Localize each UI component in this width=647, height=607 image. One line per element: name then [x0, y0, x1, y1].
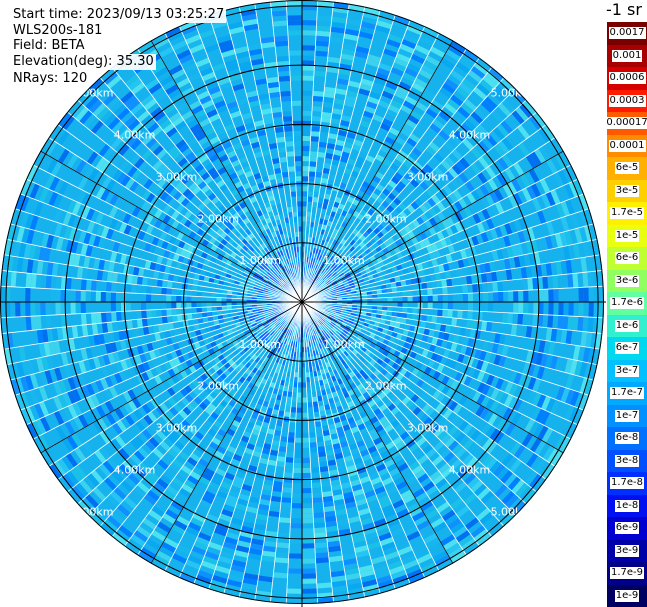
- colorbar-tick-label: 1e-9: [614, 589, 640, 602]
- range-ring-label: 5.00km: [491, 505, 533, 518]
- range-ring-label: 4.00km: [114, 463, 156, 476]
- range-ring-label: 1.00km: [323, 338, 365, 351]
- range-ring-label: 3.00km: [156, 422, 198, 435]
- colorbar-tick-label: 3e-7: [614, 364, 640, 377]
- colorbar-swatch: 3e-7: [607, 359, 647, 382]
- colorbar-tick-label: 1.7e-9: [609, 567, 645, 580]
- colorbar-swatch: 1e-5: [607, 224, 647, 247]
- colorbar-tick-label: 0.0006: [608, 72, 646, 85]
- range-ring-label: 3.00km: [407, 170, 449, 183]
- colorbar-tick-label: 1e-8: [614, 499, 640, 512]
- colorbar-tick-label: 6e-6: [614, 252, 640, 265]
- range-ring-label: 1.00km: [323, 254, 365, 267]
- colorbar-tick-label: 6e-5: [614, 162, 640, 175]
- range-ring-label: 2.00km: [365, 380, 407, 393]
- colorbar-tick-label: 3e-5: [614, 184, 640, 197]
- colorbar-tick-label: 0.001: [611, 49, 643, 62]
- range-ring-label: 4.00km: [449, 463, 491, 476]
- colorbar-tick-label: 1.7e-5: [609, 207, 645, 220]
- colorbar-swatch: 1e-6: [607, 314, 647, 337]
- colorbar-swatch: 1.7e-8: [607, 472, 647, 495]
- colorbar-swatch: 6e-7: [607, 337, 647, 360]
- nrays-label: NRays: 120: [11, 71, 90, 87]
- range-ring-label: 3.00km: [407, 422, 449, 435]
- colorbar-tick-label: 0.00017: [605, 117, 647, 130]
- range-ring-label: 2.00km: [365, 212, 407, 225]
- colorbar-tick-label: 1e-7: [614, 409, 640, 422]
- ppi-scan-plot: 1.00km 1.00km 1.00km 1.00km 2.00km 2.00km 2.00…: [0, 0, 606, 607]
- colorbar-tick-label: 0.0017: [608, 27, 646, 40]
- range-ring-label: 1.00km: [239, 254, 281, 267]
- colorbar-swatch: 0.0001: [607, 134, 647, 157]
- colorbar-tick-label: 1.7e-6: [609, 297, 645, 310]
- colorbar-swatch: 6e-8: [607, 427, 647, 450]
- colorbar-swatch: 1.7e-6: [607, 292, 647, 315]
- colorbar-swatch: 0.0017: [607, 22, 647, 45]
- range-ring-label: 4.00km: [449, 129, 491, 142]
- range-ring-label: 1.00km: [239, 338, 281, 351]
- colorbar-swatch: 1.7e-9: [607, 562, 647, 585]
- colorbar-tick-label: 1e-6: [614, 319, 640, 332]
- colorbar-tick-label: 6e-9: [614, 522, 640, 535]
- colorbar-swatch: 6e-6: [607, 247, 647, 270]
- colorbar-swatch: 1.7e-7: [607, 382, 647, 405]
- colorbar-swatch: 0.00017: [605, 112, 647, 135]
- colorbar-title: -1 sr: [606, 0, 642, 19]
- colorbar-swatch: 0.001: [607, 44, 647, 67]
- colorbar-tick-label: 3e-8: [614, 454, 640, 467]
- instrument-label: WLS200s-181: [11, 23, 105, 39]
- colorbar-swatch: 6e-9: [607, 517, 647, 540]
- range-ring-label: 4.00km: [114, 129, 156, 142]
- colorbar-swatch: 1e-7: [607, 404, 647, 427]
- colorbar-swatch: 3e-8: [607, 449, 647, 472]
- colorbar-tick-label: 1e-5: [614, 229, 640, 242]
- colorbar-swatch: 0.0003: [607, 89, 647, 112]
- colorbar-swatch: 1e-9: [607, 584, 647, 607]
- colorbar-swatch: 1.7e-5: [607, 202, 647, 225]
- colorbar-tick-label: 0.0001: [608, 139, 646, 152]
- colorbar-swatch: 1e-8: [607, 494, 647, 517]
- field-label: Field: BETA: [11, 38, 87, 54]
- range-ring-label: 3.00km: [156, 170, 198, 183]
- colorbar-tick-label: 6e-8: [614, 432, 640, 445]
- colorbar-tick-label: 3e-9: [614, 544, 640, 557]
- range-ring-label: 2.00km: [197, 212, 239, 225]
- colorbar-swatch: 3e-9: [607, 539, 647, 562]
- colorbar-tick-label: 3e-6: [614, 274, 640, 287]
- colorbar-swatch: 3e-6: [607, 269, 647, 292]
- colorbar-swatch: 0.0006: [607, 67, 647, 90]
- range-ring-label: 5.00km: [72, 87, 114, 100]
- colorbar-swatch: 6e-5: [607, 157, 647, 180]
- range-ring-label: 5.00km: [491, 87, 533, 100]
- colorbar-tick-label: 0.0003: [608, 94, 646, 107]
- colorbar-tick-label: 1.7e-7: [609, 387, 645, 400]
- range-ring-label: 2.00km: [197, 380, 239, 393]
- colorbar-tick-label: 6e-7: [614, 342, 640, 355]
- colorbar-tick-label: 1.7e-8: [609, 477, 645, 490]
- range-ring-label: 5.00km: [72, 505, 114, 518]
- colorbar-swatch: 3e-5: [607, 179, 647, 202]
- elevation-label: Elevation(deg): 35.30: [11, 54, 156, 70]
- start-time-label: Start time: 2023/09/13 03:25:27: [11, 7, 227, 23]
